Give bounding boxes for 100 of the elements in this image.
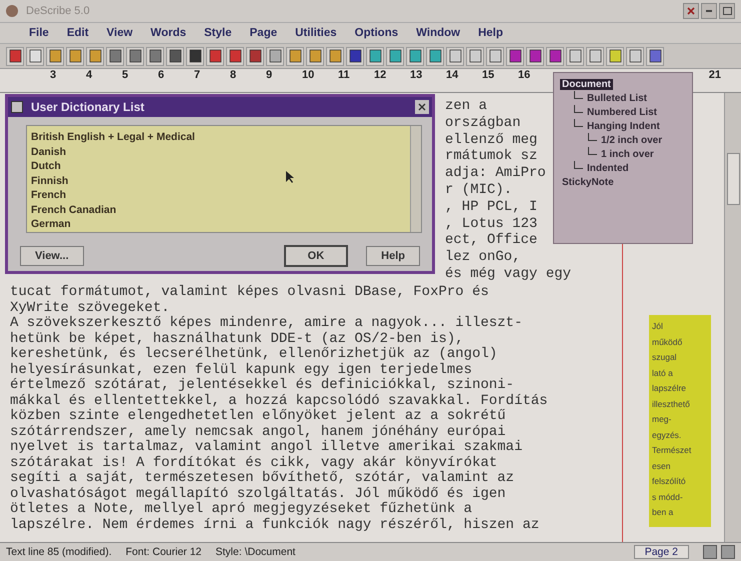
page-icon — [348, 49, 362, 63]
page-button[interactable] — [721, 545, 735, 559]
menu-item[interactable]: File — [20, 27, 58, 39]
list-item[interactable]: Dutch — [31, 159, 406, 174]
note-text: szugal — [652, 351, 678, 364]
text-line: rmátumok sz — [445, 149, 538, 166]
note-text: egyzés. — [652, 428, 682, 442]
toolbar-button[interactable] — [426, 46, 444, 66]
text-line: mákkal és ellentettekkel, a hozzá kapcsolódó szavakkal. Fordítás — [10, 394, 549, 408]
page-icon — [628, 49, 642, 63]
text-line: lapszélre. Nem érdemes írni a funkciók nagy részéről, hiszen az — [10, 518, 540, 533]
tree-item[interactable]: 1/2 inch over — [599, 134, 664, 146]
menu-item[interactable]: Page — [240, 27, 286, 39]
system-menu-icon[interactable] — [11, 101, 23, 113]
text-line: ellenző meg — [445, 132, 538, 148]
ruler-number: 12 — [374, 69, 388, 81]
toolbar-button[interactable] — [66, 46, 84, 66]
close-button[interactable] — [683, 3, 699, 19]
list-item[interactable]: French Canadian — [31, 202, 406, 217]
toolbar-button[interactable] — [646, 46, 664, 66]
scrollbar[interactable] — [724, 93, 741, 542]
toolbar-button[interactable] — [286, 46, 304, 66]
tree-item[interactable]: Document — [560, 78, 613, 90]
menu-item[interactable]: Utilities — [286, 27, 346, 39]
toolbar-button[interactable] — [586, 46, 604, 66]
menu-item[interactable]: Edit — [58, 27, 98, 39]
tree-line — [574, 160, 583, 168]
dialog-button[interactable]: View... — [20, 246, 84, 266]
tree-item[interactable]: Indented — [585, 162, 631, 174]
menu-item[interactable]: Window — [407, 27, 470, 39]
toolbar-button[interactable] — [406, 46, 424, 66]
toolbar-button[interactable] — [246, 46, 264, 66]
toolbar-button[interactable] — [366, 46, 384, 66]
menu-item[interactable]: Options — [346, 27, 408, 39]
toolbar-button[interactable] — [226, 46, 244, 66]
scroll-thumb[interactable] — [727, 153, 740, 205]
tree-line — [588, 132, 597, 140]
toolbar-button[interactable] — [86, 46, 104, 66]
ruler-number: 3 — [50, 69, 58, 81]
status-text: Text line 85 (modified). — [6, 546, 112, 558]
toolbar-button[interactable] — [486, 46, 504, 66]
toolbar-button[interactable] — [326, 46, 344, 66]
page-icon — [88, 49, 102, 63]
toolbar-button[interactable] — [6, 46, 24, 66]
page-icon — [408, 49, 422, 63]
page-icon — [548, 49, 562, 63]
tree-item[interactable]: 1 inch over — [599, 148, 656, 160]
maximize-icon[interactable] — [719, 3, 735, 19]
dialog-button[interactable]: Help — [366, 246, 420, 266]
tree-item[interactable]: StickyNote — [560, 176, 616, 188]
scrollbar[interactable] — [410, 126, 421, 232]
toolbar-button[interactable] — [386, 46, 404, 66]
toolbar-button[interactable] — [346, 46, 364, 66]
toolbar-button[interactable] — [446, 46, 464, 66]
note-text: lató a — [652, 366, 674, 380]
toolbar-button[interactable] — [146, 46, 164, 66]
toolbar-button[interactable] — [526, 46, 544, 66]
toolbar-button[interactable] — [506, 46, 524, 66]
toolbar-button[interactable] — [566, 46, 584, 66]
tree-line — [574, 104, 583, 112]
page-icon — [468, 49, 482, 63]
text-line: kereshetünk, és lecserélhetünk, ellenőrizhetjük az (angol) — [10, 347, 498, 362]
menu-item[interactable]: Style — [195, 27, 241, 39]
page-indicator: Page 2 — [634, 545, 689, 559]
text-line: országban — [445, 116, 521, 132]
menu-item[interactable]: Words — [142, 27, 196, 39]
dialog-button[interactable]: OK — [284, 245, 348, 267]
list-item[interactable]: British English + Legal + Medical — [31, 130, 406, 144]
toolbar-button[interactable] — [606, 46, 624, 66]
page-button[interactable] — [703, 545, 717, 559]
toolbar-button[interactable] — [206, 46, 224, 66]
list-item[interactable]: Finnish — [31, 174, 406, 188]
menu-item[interactable]: Help — [469, 27, 512, 39]
toolbar-button[interactable] — [186, 46, 204, 66]
toolbar-button[interactable] — [46, 46, 64, 66]
page-icon — [268, 49, 282, 63]
toolbar-button[interactable] — [266, 46, 284, 66]
tree-line — [588, 146, 597, 154]
list-item[interactable]: German — [31, 217, 406, 232]
tree-item[interactable]: Numbered List — [585, 106, 660, 118]
close-button[interactable] — [415, 100, 429, 114]
toolbar-button[interactable] — [26, 46, 44, 66]
app-icon[interactable] — [6, 5, 18, 17]
tree-line — [574, 90, 583, 98]
menu-item[interactable]: View — [98, 27, 142, 39]
page-icon — [68, 49, 82, 63]
toolbar-button[interactable] — [166, 46, 184, 66]
toolbar-button[interactable] — [466, 46, 484, 66]
tree-item[interactable]: Bulleted List — [585, 92, 650, 104]
toolbar-button[interactable] — [106, 46, 124, 66]
minimize-icon[interactable] — [701, 3, 717, 19]
list-item[interactable]: French — [31, 188, 406, 202]
toolbar-button[interactable] — [126, 46, 144, 66]
sticky-note[interactable]: Jól működő szugal lató a lapszélre illeszthető meg- egyzés. Természet esen felszólító s módd- ben a — [649, 315, 711, 527]
note-text: működő — [652, 336, 684, 348]
list-item[interactable]: Danish — [31, 144, 406, 159]
tree-item[interactable]: Hanging Indent — [585, 120, 662, 132]
toolbar-button[interactable] — [546, 46, 564, 66]
toolbar-button[interactable] — [626, 46, 644, 66]
toolbar-button[interactable] — [306, 46, 324, 66]
